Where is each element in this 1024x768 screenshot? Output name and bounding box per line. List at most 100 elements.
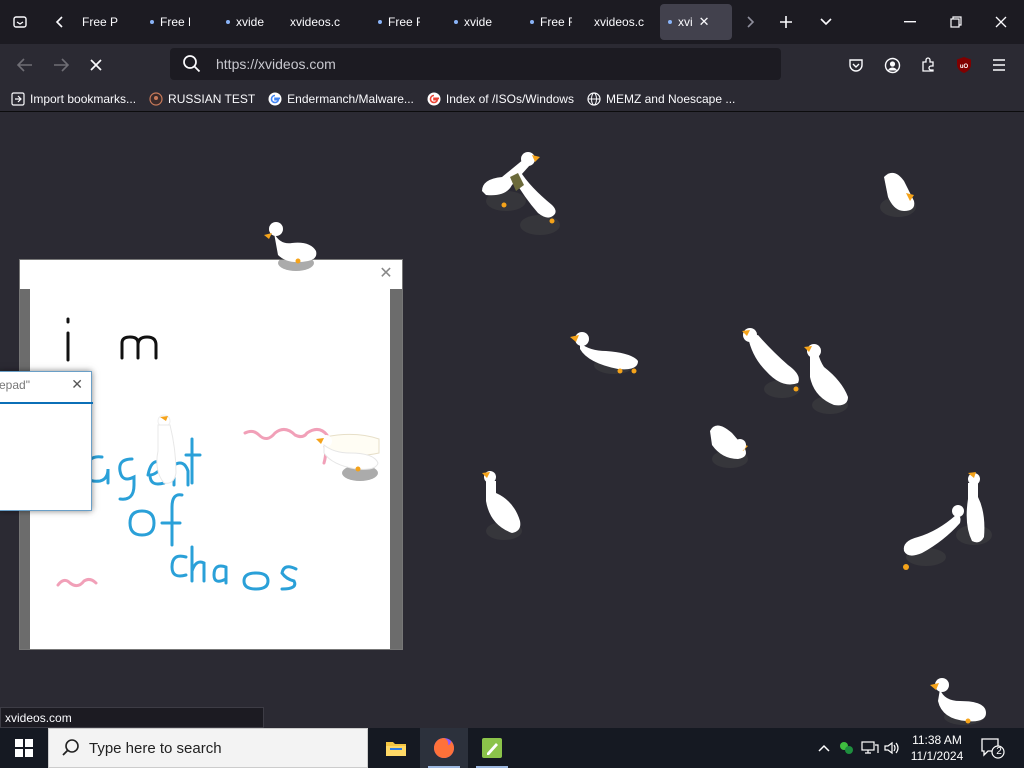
goose-icon: [570, 332, 638, 374]
tab-scroll-left-icon[interactable]: [44, 6, 76, 38]
notification-center-button[interactable]: 2: [980, 736, 1006, 760]
taskbar-search-placeholder: Type here to search: [89, 739, 222, 757]
goose-icon: [482, 152, 560, 235]
stop-loading-button[interactable]: [81, 50, 111, 80]
bookmark-label: Import bookmarks...: [30, 91, 137, 106]
tab-item[interactable]: xvideos.c: [290, 4, 346, 40]
restore-icon[interactable]: [942, 8, 970, 36]
goose-icon: [930, 678, 986, 725]
search-icon: [62, 739, 79, 756]
bookmark-item[interactable]: RUSSIAN TEST: [148, 91, 255, 107]
tab-label: xvi: [678, 15, 693, 29]
folder-icon: [386, 742, 406, 756]
network-icon[interactable]: [860, 738, 880, 758]
tab-item[interactable]: Free P: [82, 4, 118, 40]
link-status-bar: xvideos.com: [0, 707, 264, 728]
tab-label: xvideos.c: [290, 15, 341, 29]
notepad-title: epad": [0, 378, 30, 392]
page-content: ✕ epad" ✕ xvideos.com: [0, 113, 1024, 728]
github-icon: [148, 91, 164, 107]
notification-count: 2: [996, 746, 1002, 757]
tab-activity-dot: [150, 20, 154, 24]
google-icon: [267, 91, 283, 107]
ublock-label: uO: [960, 64, 969, 70]
tab-label: Free F: [388, 15, 420, 29]
taskbar-search-box[interactable]: Type here to search: [48, 728, 368, 768]
bookmark-item[interactable]: MEMZ and Noescape ...: [586, 91, 735, 107]
tab-activity-dot: [378, 20, 382, 24]
goose-icon: [316, 435, 379, 481]
tab-label: Free P: [160, 15, 190, 29]
system-clock[interactable]: 11:38 AM 11/1/2024: [905, 732, 969, 764]
close-icon[interactable]: ✕: [378, 264, 394, 282]
taskbar-file-explorer[interactable]: [372, 728, 420, 768]
bookmark-item[interactable]: Index of /ISOs/Windows: [426, 91, 574, 107]
notepad-accent-line: [0, 402, 93, 404]
tab-label: xvide: [236, 15, 265, 29]
extensions-icon[interactable]: [915, 52, 941, 78]
tab-item[interactable]: Free P: [150, 4, 190, 40]
firefox-icon: [434, 738, 454, 758]
goose-icon: [880, 172, 916, 217]
taskbar-firefox[interactable]: [420, 728, 468, 768]
tab-strip: Free P Free P xvide xvideos.c Free F xvi…: [0, 0, 1024, 44]
clock-time: 11:38 AM: [912, 733, 962, 747]
app-menu-icon[interactable]: [986, 52, 1012, 78]
goose-icon: [264, 222, 317, 271]
windows-logo-icon: [15, 739, 33, 757]
url-bar[interactable]: [170, 48, 781, 80]
tab-item[interactable]: xvide: [454, 4, 494, 40]
notepad-popup[interactable]: epad" ✕: [0, 371, 93, 511]
ublock-origin-icon[interactable]: uO: [951, 52, 977, 78]
goose-icon: [710, 425, 748, 468]
goose-icon: [804, 344, 848, 414]
tab-label: Free P: [82, 15, 118, 29]
tab-item[interactable]: Free F: [530, 4, 572, 40]
list-all-tabs-icon[interactable]: [810, 6, 842, 38]
bookmarks-toolbar: Import bookmarks... RUSSIAN TEST Enderma…: [0, 86, 1024, 112]
show-hidden-icons-icon[interactable]: [814, 738, 834, 758]
bookmark-label: MEMZ and Noescape ...: [605, 91, 736, 106]
forward-button[interactable]: [46, 50, 76, 80]
goose-icon: [903, 472, 992, 570]
tab-list-icon[interactable]: [4, 6, 36, 38]
tab-item-active[interactable]: xvi ✕: [660, 4, 732, 40]
tab-scroll-right-icon[interactable]: [734, 6, 766, 38]
search-icon: [183, 55, 201, 73]
paint-app-icon: [482, 738, 502, 758]
volume-icon[interactable]: [882, 738, 902, 758]
close-window-icon[interactable]: [987, 8, 1015, 36]
tab-item[interactable]: xvideos.c: [594, 4, 650, 40]
goose-icon: [156, 414, 177, 484]
taskbar: Type here to search 11:38 AM 11/1/2024 2: [0, 728, 1024, 768]
bookmark-label: RUSSIAN TEST: [168, 91, 256, 106]
tab-close-icon[interactable]: ✕: [699, 14, 710, 30]
minimize-icon[interactable]: [896, 8, 924, 36]
tab-label: Free F: [540, 15, 572, 29]
google-icon: [426, 91, 442, 107]
start-button[interactable]: [0, 728, 48, 768]
import-icon: [10, 91, 26, 107]
tab-label: xvideos.c: [594, 15, 645, 29]
new-tab-icon[interactable]: [770, 6, 802, 38]
account-icon[interactable]: [879, 52, 905, 78]
taskbar-paint-app[interactable]: [468, 728, 516, 768]
clock-date: 11/1/2024: [910, 749, 964, 763]
navigation-toolbar: uO: [0, 44, 1024, 86]
url-input[interactable]: [216, 56, 736, 72]
goose-icon: [482, 471, 522, 540]
tray-app-icon[interactable]: [836, 738, 856, 758]
pocket-icon[interactable]: [843, 52, 869, 78]
tab-activity-dot: [668, 20, 672, 24]
back-button[interactable]: [10, 50, 40, 80]
bookmark-item[interactable]: Import bookmarks...: [10, 91, 136, 107]
bookmark-label: Index of /ISOs/Windows: [445, 91, 574, 106]
tab-activity-dot: [226, 20, 230, 24]
globe-icon: [586, 91, 602, 107]
close-icon[interactable]: ✕: [71, 376, 83, 393]
tab-item[interactable]: Free F: [378, 4, 420, 40]
bookmark-item[interactable]: Endermanch/Malware...: [267, 91, 414, 107]
tab-label: xvide: [464, 15, 493, 29]
tab-item[interactable]: xvide: [226, 4, 266, 40]
tab-activity-dot: [530, 20, 534, 24]
